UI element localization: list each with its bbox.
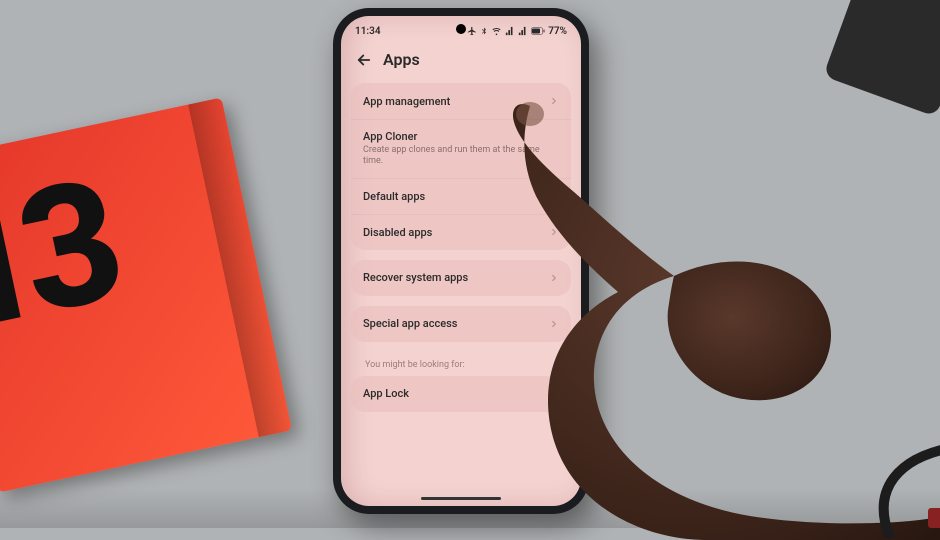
product-box-number: 13	[0, 157, 122, 358]
chevron-right-icon	[549, 227, 559, 237]
row-label: App Cloner	[363, 130, 559, 143]
chevron-right-icon	[549, 389, 559, 399]
home-indicator[interactable]	[421, 497, 501, 500]
chevron-right-icon	[549, 96, 559, 106]
back-arrow-icon[interactable]	[355, 51, 373, 69]
row-label: Default apps	[363, 190, 549, 203]
screen-header: Apps	[341, 40, 581, 83]
product-box-edge	[188, 98, 292, 438]
product-box: 13	[0, 98, 292, 493]
row-disabled-apps[interactable]: Disabled apps	[351, 214, 571, 250]
suggest-group: App Lock	[351, 376, 571, 412]
row-app-lock[interactable]: App Lock	[351, 376, 571, 412]
wifi-icon	[491, 26, 502, 36]
row-label: Special app access	[363, 317, 549, 330]
settings-content: App management App Cloner Create app clo…	[341, 83, 581, 412]
row-label: Disabled apps	[363, 226, 549, 239]
row-special-app-access[interactable]: Special app access	[351, 306, 571, 342]
row-label: App Lock	[363, 387, 549, 400]
settings-group-2: Recover system apps	[351, 260, 571, 296]
phone-body: 11:34 77% Apps App management	[333, 8, 589, 514]
settings-group-1: App management App Cloner Create app clo…	[351, 83, 571, 250]
row-label: Recover system apps	[363, 271, 549, 284]
status-time: 11:34	[355, 26, 381, 37]
front-camera	[456, 24, 466, 34]
battery-icon	[531, 26, 545, 36]
bluetooth-icon	[480, 26, 488, 36]
desk-object-top-right	[823, 0, 940, 117]
chevron-right-icon	[549, 273, 559, 283]
chevron-right-icon	[549, 191, 559, 201]
row-subtext: Create app clones and run them at the sa…	[363, 145, 559, 168]
row-recover-system-apps[interactable]: Recover system apps	[351, 260, 571, 296]
row-app-management[interactable]: App management	[351, 83, 571, 119]
settings-group-3: Special app access	[351, 306, 571, 342]
row-default-apps[interactable]: Default apps	[351, 178, 571, 214]
status-right-cluster: 77%	[467, 26, 567, 37]
page-title: Apps	[383, 50, 420, 69]
desk-cable	[810, 428, 940, 538]
suggest-caption: You might be looking for:	[351, 352, 571, 376]
row-label: App management	[363, 95, 549, 108]
signal-icon-2	[518, 26, 528, 36]
row-app-cloner[interactable]: App Cloner Create app clones and run the…	[351, 119, 571, 178]
airplane-icon	[467, 26, 477, 36]
chevron-right-icon	[549, 319, 559, 329]
signal-icon	[505, 26, 515, 36]
battery-percent: 77%	[548, 26, 567, 37]
phone-screen: 11:34 77% Apps App management	[341, 16, 581, 506]
